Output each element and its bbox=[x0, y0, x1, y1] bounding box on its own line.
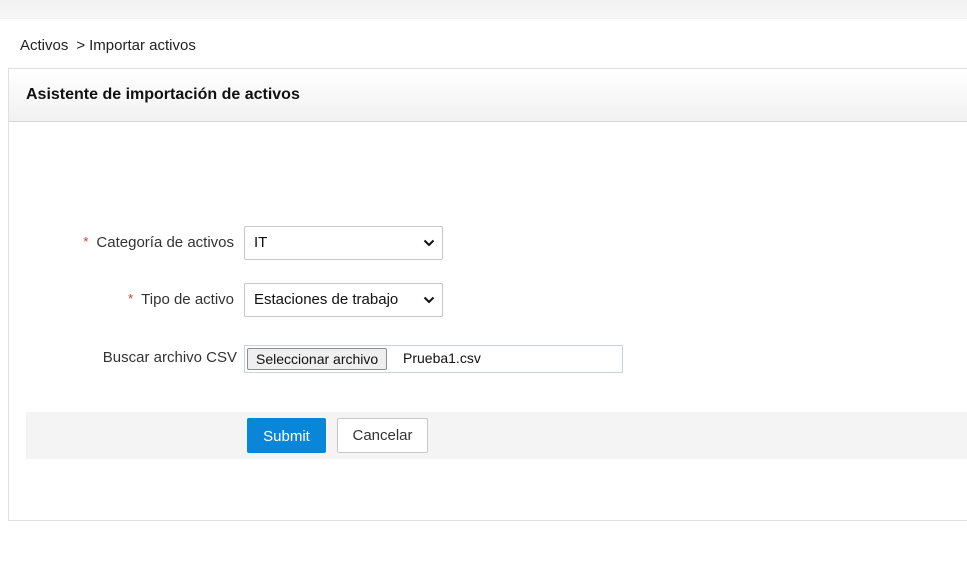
asset-type-select[interactable]: Estaciones de trabajo bbox=[244, 283, 443, 317]
chevron-down-icon bbox=[423, 239, 435, 247]
panel-header: Asistente de importación de activos bbox=[9, 69, 967, 122]
breadcrumb-link-activos[interactable]: Activos bbox=[20, 37, 68, 54]
csv-file-input[interactable]: Seleccionar archivo Prueba1.csv bbox=[244, 345, 623, 373]
choose-file-button[interactable]: Seleccionar archivo bbox=[247, 348, 388, 370]
category-select-value: IT bbox=[254, 234, 268, 251]
asset-type-label: * Tipo de activo bbox=[128, 291, 234, 308]
cancel-button[interactable]: Cancelar bbox=[337, 418, 428, 453]
category-label-text: Categoría de activos bbox=[96, 234, 234, 251]
required-mark: * bbox=[83, 234, 89, 249]
asset-type-label-text: Tipo de activo bbox=[141, 291, 234, 308]
top-bar bbox=[0, 0, 967, 19]
breadcrumb-current: Importar activos bbox=[89, 37, 196, 54]
breadcrumb-separator: > bbox=[76, 37, 86, 54]
form-action-bar bbox=[26, 412, 967, 459]
asset-type-select-value: Estaciones de trabajo bbox=[254, 291, 399, 308]
category-select[interactable]: IT bbox=[244, 226, 443, 260]
selected-file-name: Prueba1.csv bbox=[403, 350, 481, 366]
submit-button[interactable]: Submit bbox=[247, 418, 326, 453]
breadcrumb: Activos > Importar activos bbox=[20, 37, 196, 54]
csv-file-label: Buscar archivo CSV bbox=[102, 349, 237, 366]
chevron-down-icon bbox=[423, 296, 435, 304]
category-label: * Categoría de activos bbox=[83, 234, 234, 251]
required-mark: * bbox=[128, 291, 134, 306]
page-title: Asistente de importación de activos bbox=[26, 86, 300, 103]
